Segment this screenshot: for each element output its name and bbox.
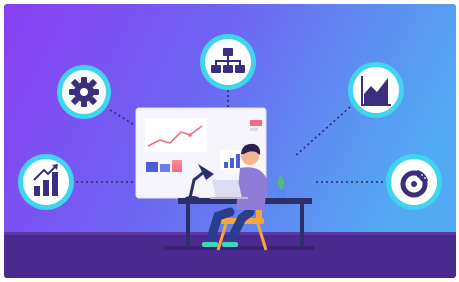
org-chart-badge: [200, 34, 256, 90]
scene-svg: [4, 4, 456, 278]
analytics-illustration: [4, 4, 456, 278]
gear-badge: [57, 65, 111, 119]
area-chart-badge: [348, 62, 404, 118]
illustration-frame: [0, 0, 459, 282]
donut-chart-badge: [386, 154, 442, 210]
gear-icon: [69, 77, 99, 107]
board-line-chart: [145, 118, 207, 152]
bar-growth-badge: [18, 154, 74, 210]
